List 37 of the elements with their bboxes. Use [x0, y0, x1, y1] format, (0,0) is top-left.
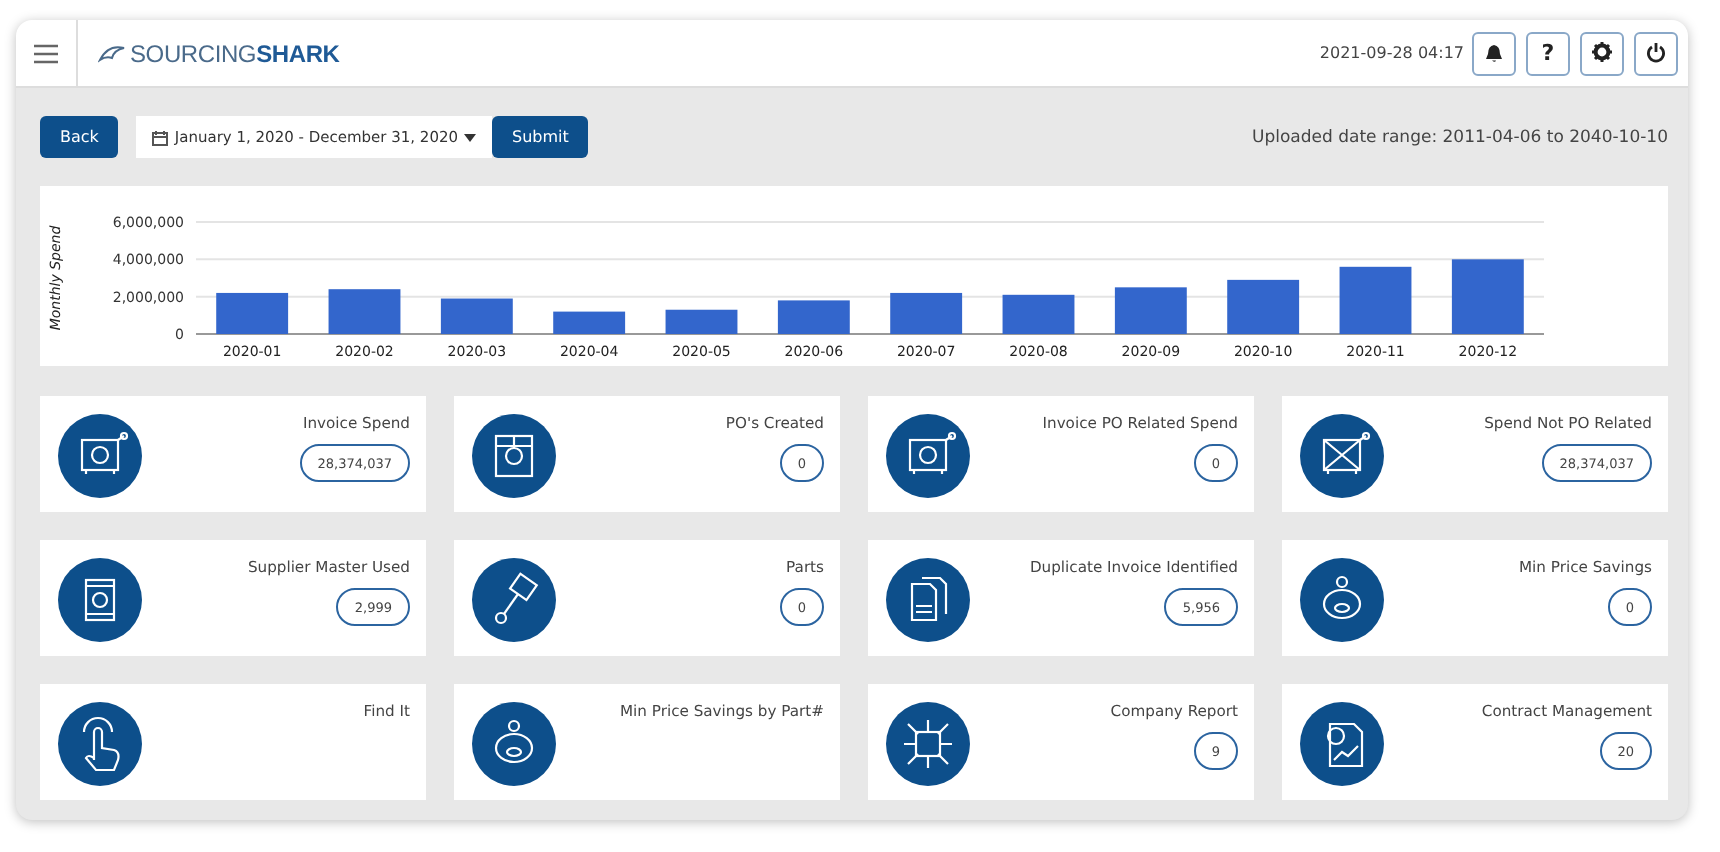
- caret-icon: [464, 133, 477, 141]
- canister-icon: [56, 556, 144, 644]
- bar: [1339, 266, 1412, 334]
- calendar-icon: [152, 129, 169, 145]
- bar: [777, 300, 850, 334]
- screen-icon: [470, 412, 558, 500]
- menu-icon: [34, 43, 58, 63]
- gear-icon: [1592, 42, 1612, 64]
- documents-icon: [884, 556, 972, 644]
- power-button[interactable]: [1634, 31, 1678, 75]
- help-button[interactable]: ?: [1526, 31, 1570, 75]
- bar: [216, 292, 289, 334]
- power-icon: [1646, 42, 1666, 64]
- safe-icon: [56, 412, 144, 500]
- bar: [440, 298, 513, 334]
- bell-icon: [1484, 42, 1504, 64]
- bar: [1002, 294, 1075, 334]
- bell-button[interactable]: [1472, 31, 1516, 75]
- bar: [553, 311, 626, 334]
- bar: [328, 289, 401, 334]
- bar: [665, 309, 738, 334]
- bar: [1114, 287, 1187, 334]
- logo: SOURCINGSHARK: [130, 39, 340, 67]
- safe-with-arrows-icon: [884, 700, 972, 788]
- report-chart-icon: [1298, 700, 1386, 788]
- safe-icon: [884, 412, 972, 500]
- bar: [1451, 259, 1524, 334]
- submit-button[interactable]: Submit: [492, 116, 589, 158]
- bar: [1227, 279, 1300, 334]
- date-time: 2021-09-28 04:17: [1319, 44, 1464, 62]
- crossed-safe-icon: [1298, 412, 1386, 500]
- bar: [890, 292, 963, 334]
- uploaded-date-range: Uploaded date range: 2011-04-06 to 2040-10-10: [1252, 127, 1668, 147]
- piston-icon: [470, 556, 558, 644]
- pointing-hand-icon: [56, 700, 144, 788]
- gear-button[interactable]: [1580, 31, 1624, 75]
- back-button[interactable]: Back: [40, 116, 119, 158]
